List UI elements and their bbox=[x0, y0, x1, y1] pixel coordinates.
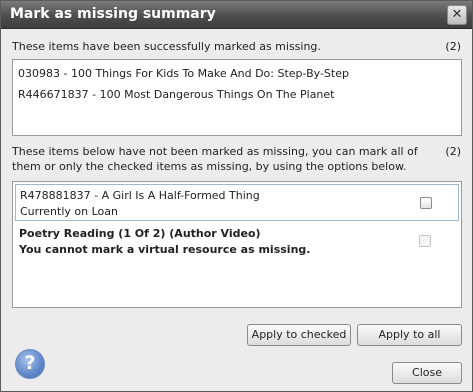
apply-to-all-button[interactable]: Apply to all bbox=[357, 324, 462, 346]
item-status: Currently on Loan bbox=[20, 205, 118, 218]
help-question-icon[interactable]: ? bbox=[15, 349, 45, 379]
dialog-title: Mark as missing summary bbox=[10, 6, 216, 22]
marked-count: (2) bbox=[445, 40, 461, 53]
unmarked-item-row[interactable]: R478881837 - A Girl Is A Half-Formed Thi… bbox=[15, 184, 459, 221]
marked-items-list[interactable]: 030983 - 100 Things For Kids To Make And… bbox=[12, 59, 462, 136]
title-bar[interactable]: Mark as missing summary ✕ bbox=[1, 1, 472, 29]
unmarked-count: (2) bbox=[445, 145, 461, 158]
item-checkbox-disabled bbox=[419, 235, 431, 247]
close-icon[interactable]: ✕ bbox=[447, 5, 467, 25]
marked-section-label: These items have been successfully marke… bbox=[12, 40, 321, 53]
unmarked-item-row: Poetry Reading (1 Of 2) (Author Video) Y… bbox=[15, 223, 459, 263]
item-status: You cannot mark a virtual resource as mi… bbox=[19, 243, 311, 256]
mark-missing-dialog: Mark as missing summary ✕ These items ha… bbox=[0, 0, 473, 392]
list-item: 030983 - 100 Things For Kids To Make And… bbox=[18, 67, 349, 80]
apply-to-checked-button[interactable]: Apply to checked bbox=[247, 324, 351, 346]
unmarked-items-list[interactable]: R478881837 - A Girl Is A Half-Formed Thi… bbox=[12, 181, 462, 308]
item-checkbox[interactable] bbox=[420, 197, 432, 209]
unmarked-section-label-line1: These items below have not been marked a… bbox=[12, 145, 418, 158]
list-item: R446671837 - 100 Most Dangerous Things O… bbox=[18, 88, 335, 101]
item-title: Poetry Reading (1 Of 2) (Author Video) bbox=[19, 227, 261, 240]
item-title: R478881837 - A Girl Is A Half-Formed Thi… bbox=[20, 189, 260, 202]
unmarked-section-label-line2: them or only the checked items as missin… bbox=[12, 160, 407, 173]
close-button[interactable]: Close bbox=[392, 362, 462, 384]
